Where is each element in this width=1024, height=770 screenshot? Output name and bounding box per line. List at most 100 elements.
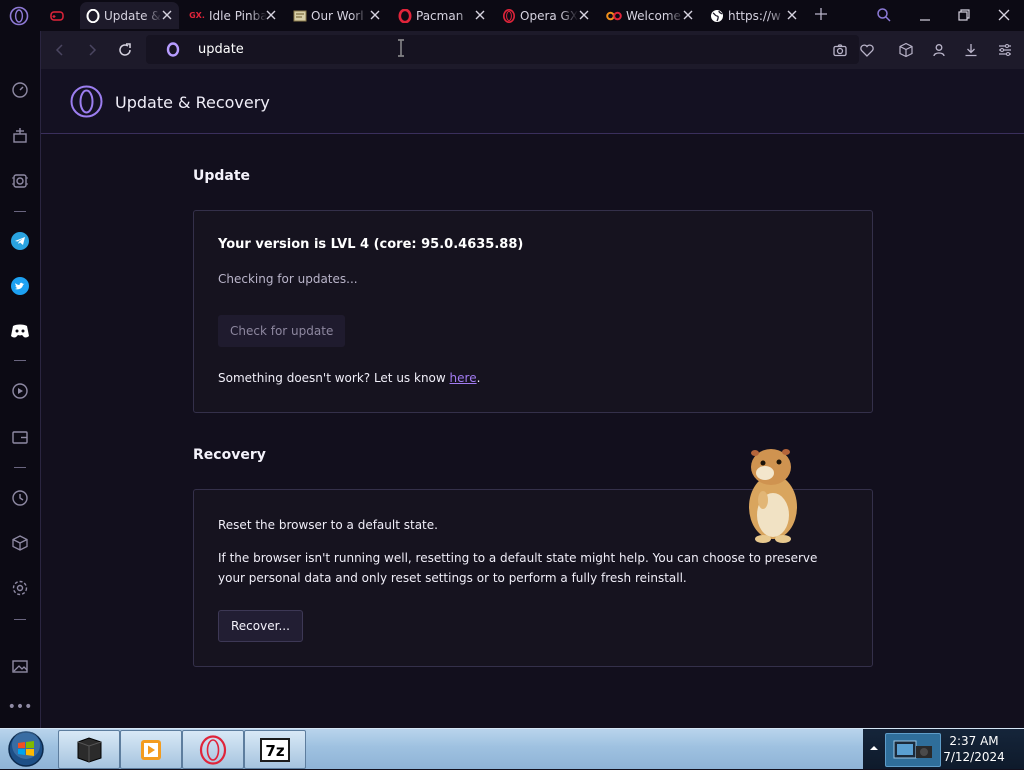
reload-icon[interactable] <box>117 42 133 58</box>
help-line: Something doesn't work? Let us know here… <box>218 371 480 385</box>
opera-icon <box>86 8 100 23</box>
check-for-update-button[interactable]: Check for update <box>218 315 346 347</box>
page-header: Update & Recovery <box>41 69 1024 134</box>
recover-button[interactable]: Recover... <box>218 610 303 642</box>
download-icon[interactable] <box>963 42 979 58</box>
tab-title: Idle Pinba <box>209 8 267 23</box>
newspaper-icon <box>293 9 307 23</box>
forward-icon[interactable] <box>84 42 100 58</box>
tab-pacman[interactable]: Pacman <box>392 2 492 29</box>
tray-expand-arrow-icon[interactable] <box>869 743 879 753</box>
close-icon[interactable] <box>161 9 173 21</box>
bookmark-heart-icon[interactable] <box>859 42 875 58</box>
clock-time: 2:37 AM <box>949 734 999 748</box>
new-tab-plus-icon[interactable] <box>813 6 829 22</box>
7zip-icon: 7z <box>260 737 290 762</box>
close-icon[interactable] <box>786 9 798 21</box>
terminal-icon <box>77 736 102 763</box>
close-icon[interactable] <box>578 9 590 21</box>
sidebar-divider <box>14 619 26 620</box>
gx-icon: GX. <box>189 11 205 20</box>
speed-dial-icon[interactable] <box>10 80 30 100</box>
easy-setup-icon[interactable] <box>997 42 1013 58</box>
tab-opera-gx[interactable]: Opera GX <box>496 2 596 29</box>
opera-red-icon <box>502 8 516 23</box>
tab-title: https://w <box>728 8 781 23</box>
extensions-cube-icon[interactable] <box>10 533 30 553</box>
tab-title: Opera GX <box>520 8 578 23</box>
opera-site-icon <box>166 42 180 57</box>
hamster-sticker <box>749 449 797 543</box>
recovery-section-title: Recovery <box>193 447 266 463</box>
discord-icon[interactable] <box>10 321 30 341</box>
svg-text:7z: 7z <box>265 742 284 760</box>
sidebar-divider <box>14 211 26 212</box>
address-input[interactable]: update <box>198 42 244 57</box>
update-recovery-page: Update & Recovery Update Your version is… <box>41 69 1024 728</box>
opera-red-icon <box>398 8 412 23</box>
close-icon[interactable] <box>682 9 694 21</box>
player-icon[interactable] <box>10 381 30 401</box>
tab-gamepad[interactable] <box>44 2 80 29</box>
toolbar: update <box>41 31 1024 69</box>
system-clock[interactable]: 2:37 AM 7/12/2024 <box>930 733 1018 765</box>
close-icon[interactable] <box>265 9 277 21</box>
tab-title: Welcome <box>626 8 681 23</box>
snapshot-camera-icon[interactable] <box>832 42 848 58</box>
tab-title: Our Worl <box>311 8 364 23</box>
telegram-icon[interactable] <box>10 231 30 251</box>
account-icon[interactable] <box>931 42 947 58</box>
update-section-title: Update <box>193 168 251 184</box>
taskbar-opera-gx[interactable] <box>182 730 244 769</box>
close-window-icon[interactable] <box>996 7 1012 23</box>
sidebar-divider <box>14 467 26 468</box>
gallery-icon[interactable] <box>10 656 30 676</box>
reset-title: Reset the browser to a default state. <box>218 518 438 532</box>
media-player-icon <box>141 739 161 760</box>
help-text: Something doesn't work? Let us know <box>218 371 450 385</box>
page-title: Update & Recovery <box>115 93 270 112</box>
tab-our-world[interactable]: Our Worl <box>287 2 387 29</box>
tab-welcome[interactable]: Welcome <box>600 2 700 29</box>
windows-taskbar: 7z 2:37 AM 7/12/2024 <box>0 728 1024 769</box>
wallet-icon[interactable] <box>10 427 30 447</box>
tab-title: Pacman <box>416 8 464 23</box>
update-card: Your version is LVL 4 (core: 95.0.4635.8… <box>193 210 873 413</box>
clock-date: 7/12/2024 <box>943 750 1005 764</box>
opera-logo-icon <box>70 85 103 118</box>
extensions-icon[interactable] <box>898 42 914 58</box>
gx-corner-icon[interactable] <box>10 125 30 145</box>
tab-https[interactable]: https://w <box>704 2 804 29</box>
taskbar-7zip[interactable]: 7z <box>244 730 306 769</box>
history-clock-icon[interactable] <box>10 488 30 508</box>
restore-icon[interactable] <box>956 7 972 23</box>
opera-gx-icon <box>199 734 227 765</box>
close-icon[interactable] <box>474 9 486 21</box>
infinity-icon <box>606 9 622 23</box>
search-tabs-icon[interactable] <box>876 7 892 23</box>
twitter-icon[interactable] <box>10 276 30 296</box>
tab-strip: Update & GX. Idle Pinba Our Worl Pacman … <box>0 0 1024 31</box>
version-text: Your version is LVL 4 (core: 95.0.4635.8… <box>218 237 524 252</box>
taskbar-terminal[interactable] <box>58 730 120 769</box>
globe-icon <box>710 9 724 23</box>
text-cursor-icon <box>398 39 404 57</box>
gx-control-icon[interactable] <box>10 171 30 191</box>
tab-idle-pinball[interactable]: GX. Idle Pinba <box>183 2 283 29</box>
address-bar[interactable]: update <box>146 35 859 64</box>
sidebar: ••• <box>0 31 41 728</box>
sidebar-divider <box>14 360 26 361</box>
opera-menu-icon[interactable] <box>8 5 30 27</box>
close-icon[interactable] <box>369 9 381 21</box>
taskbar-media-player[interactable] <box>120 730 182 769</box>
tab-update[interactable]: Update & <box>80 2 179 29</box>
update-status: Checking for updates... <box>218 272 358 286</box>
reset-description: If the browser isn't running well, reset… <box>218 551 818 585</box>
gamepad-icon <box>50 9 64 23</box>
settings-gear-icon[interactable] <box>10 578 30 598</box>
more-icon[interactable]: ••• <box>8 697 33 717</box>
minimize-icon[interactable] <box>917 7 933 23</box>
back-icon[interactable] <box>52 42 68 58</box>
start-button-icon[interactable] <box>6 731 46 767</box>
help-link[interactable]: here <box>450 371 477 385</box>
